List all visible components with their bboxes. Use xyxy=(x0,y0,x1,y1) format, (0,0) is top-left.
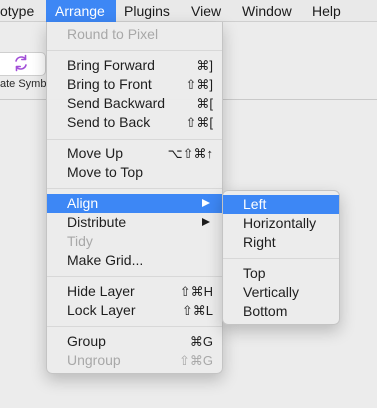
menu-separator xyxy=(47,188,222,189)
menu-item-label: Bring to Front xyxy=(67,76,152,92)
menu-separator xyxy=(47,50,222,51)
menu-separator xyxy=(47,326,222,327)
menu-item-label: Send Backward xyxy=(67,95,166,111)
align-submenu: Left Horizontally Right Top Vertically B… xyxy=(222,190,340,325)
menu-item-shortcut: ⇧⌘] xyxy=(185,77,213,92)
menu-item-shortcut: ⌘G xyxy=(189,334,213,349)
menu-view[interactable]: View xyxy=(191,0,221,22)
menu-item-ungroup: Ungroup ⇧⌘G xyxy=(47,351,222,370)
menu-item-label: Move Up xyxy=(67,145,124,161)
submenu-item-vertically[interactable]: Vertically xyxy=(223,283,339,302)
menu-item-lock-layer[interactable]: Lock Layer ⇧⌘L xyxy=(47,301,222,320)
menu-item-shortcut: ⌘[ xyxy=(196,96,213,111)
menu-plugins-label: Plugins xyxy=(124,3,170,19)
menu-help[interactable]: Help xyxy=(312,0,341,22)
menu-separator xyxy=(47,276,222,277)
menu-item-round-to-pixel: Round to Pixel xyxy=(47,25,222,44)
menu-item-label: Bring Forward xyxy=(67,57,155,73)
menu-item-bring-to-front[interactable]: Bring to Front ⇧⌘] xyxy=(47,75,222,94)
submenu-item-label: Right xyxy=(243,234,276,250)
menu-view-label: View xyxy=(191,3,222,19)
menu-prototype[interactable]: otype xyxy=(0,0,44,22)
submenu-item-horizontally[interactable]: Horizontally xyxy=(223,214,339,233)
submenu-item-bottom[interactable]: Bottom xyxy=(223,302,339,321)
menu-item-distribute[interactable]: Distribute xyxy=(47,213,222,232)
submenu-item-label: Top xyxy=(243,265,266,281)
menu-item-label: Round to Pixel xyxy=(67,26,159,42)
menu-item-align[interactable]: Align xyxy=(47,194,222,213)
menu-item-label: Distribute xyxy=(67,214,127,230)
submenu-item-label: Vertically xyxy=(243,284,300,300)
menu-item-shortcut: ⇧⌘H xyxy=(179,284,213,299)
menu-separator xyxy=(223,258,339,259)
menu-item-label: Move to Top xyxy=(67,164,144,180)
menu-item-label: Ungroup xyxy=(67,352,121,368)
menu-item-move-up[interactable]: Move Up ⌥⇧⌘↑ xyxy=(47,144,222,163)
arrange-menu: Round to Pixel Bring Forward ⌘] Bring to… xyxy=(46,22,223,374)
menu-item-shortcut: ⇧⌘[ xyxy=(185,115,213,130)
menu-bar: otype Arrange Plugins View Window Help xyxy=(0,0,377,22)
submenu-item-top[interactable]: Top xyxy=(223,264,339,283)
menu-prototype-label: otype xyxy=(0,3,35,19)
submenu-item-left[interactable]: Left xyxy=(223,195,339,214)
submenu-item-label: Bottom xyxy=(243,303,288,319)
menu-item-label: Hide Layer xyxy=(67,283,135,299)
menu-item-label: Make Grid... xyxy=(67,252,144,268)
menu-item-label: Group xyxy=(67,333,106,349)
submenu-item-label: Horizontally xyxy=(243,215,317,231)
menu-item-send-backward[interactable]: Send Backward ⌘[ xyxy=(47,94,222,113)
refresh-symbol-icon[interactable] xyxy=(10,52,32,74)
menu-plugins[interactable]: Plugins xyxy=(124,0,170,22)
submenu-arrow-icon xyxy=(202,199,210,207)
menu-item-label: Align xyxy=(67,195,99,211)
submenu-arrow-icon xyxy=(202,218,210,226)
menu-item-shortcut: ⌥⇧⌘↑ xyxy=(167,146,213,161)
menu-help-label: Help xyxy=(312,3,341,19)
menu-window[interactable]: Window xyxy=(242,0,292,22)
menu-item-shortcut: ⇧⌘L xyxy=(181,303,213,318)
menu-window-label: Window xyxy=(242,3,292,19)
submenu-item-label: Left xyxy=(243,196,267,212)
menu-separator xyxy=(47,139,222,140)
menu-item-shortcut: ⇧⌘G xyxy=(178,353,213,368)
menu-item-bring-forward[interactable]: Bring Forward ⌘] xyxy=(47,56,222,75)
menu-item-hide-layer[interactable]: Hide Layer ⇧⌘H xyxy=(47,282,222,301)
menu-item-send-to-back[interactable]: Send to Back ⇧⌘[ xyxy=(47,113,222,132)
menu-arrange-label: Arrange xyxy=(55,3,105,19)
menu-item-move-to-top[interactable]: Move to Top xyxy=(47,163,222,182)
menu-item-tidy: Tidy xyxy=(47,232,222,251)
menu-item-make-grid[interactable]: Make Grid... xyxy=(47,251,222,270)
create-symbol-label: ate Symb xyxy=(0,78,47,90)
menu-item-label: Tidy xyxy=(67,233,93,249)
menu-item-group[interactable]: Group ⌘G xyxy=(47,332,222,351)
menu-item-shortcut: ⌘] xyxy=(196,58,213,73)
menu-item-label: Send to Back xyxy=(67,114,151,130)
menu-arrange[interactable]: Arrange xyxy=(46,0,116,22)
submenu-item-right[interactable]: Right xyxy=(223,233,339,252)
menu-item-label: Lock Layer xyxy=(67,302,136,318)
